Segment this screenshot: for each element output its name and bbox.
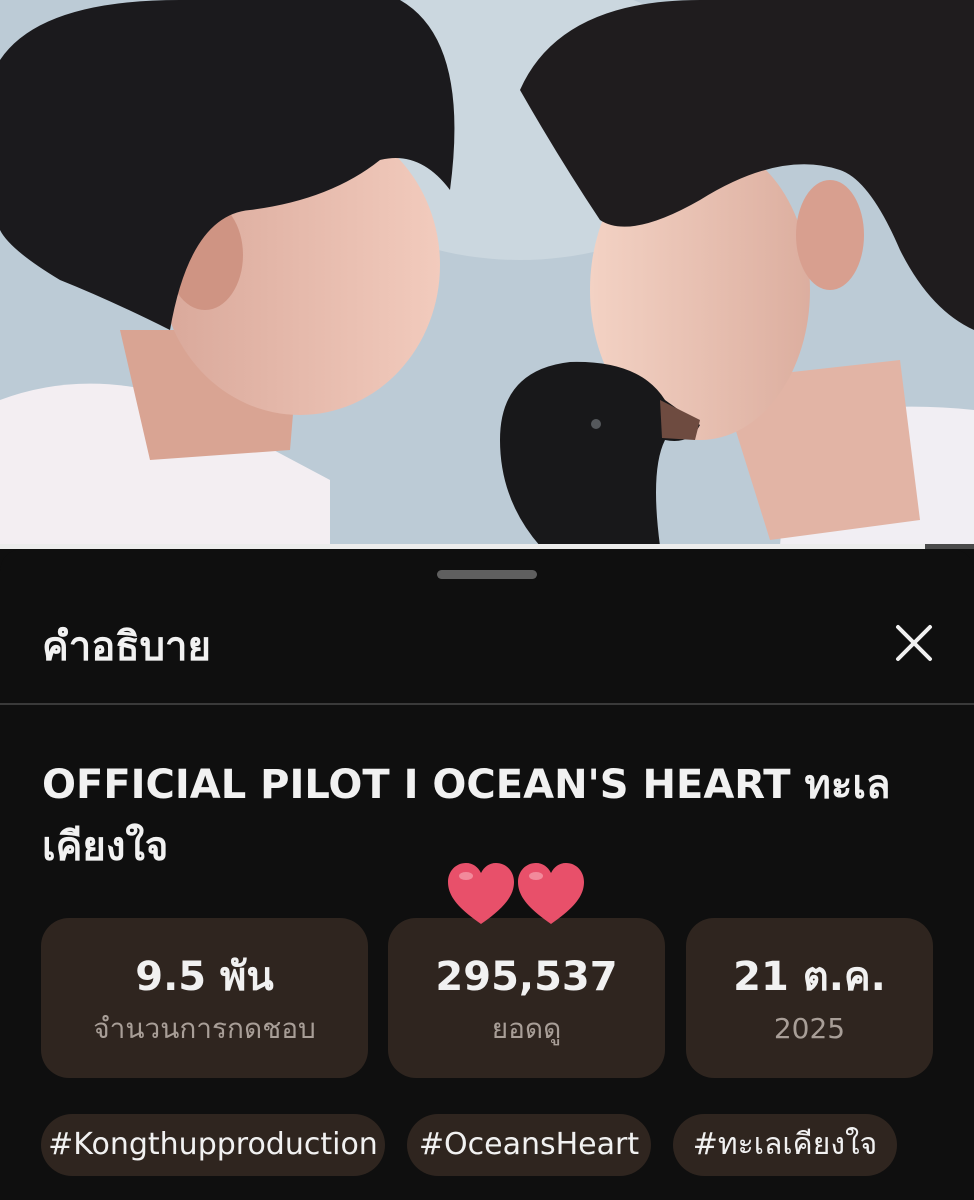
heart-icon: [518, 863, 584, 924]
views-count: 295,537: [435, 954, 618, 1000]
likes-stat: 9.5 พัน จำนวนการกดชอบ: [41, 918, 368, 1078]
sheet-drag-handle[interactable]: [437, 570, 537, 579]
publish-date: 21 ต.ค.: [733, 954, 886, 1000]
video-frame-image: [0, 0, 974, 546]
two-hearts-sticker: [448, 863, 584, 924]
hashtag-thai-title[interactable]: #ทะเลเคียงใจ: [673, 1114, 897, 1176]
close-button[interactable]: [886, 615, 942, 671]
close-icon: [896, 625, 932, 661]
video-player[interactable]: [0, 0, 974, 546]
publish-year: 2025: [773, 1012, 846, 1045]
views-stat: 295,537 ยอดดู: [388, 918, 665, 1078]
hashtag-oceansheart[interactable]: #OceansHeart: [407, 1114, 651, 1176]
header-divider: [0, 703, 974, 705]
date-stat: 21 ต.ค. 2025: [686, 918, 933, 1078]
likes-label: จำนวนการกดชอบ: [93, 1012, 316, 1045]
likes-count: 9.5 พัน: [135, 954, 274, 1000]
hashtag-kongthupproduction[interactable]: #Kongthupproduction: [41, 1114, 385, 1176]
heart-icon: [448, 863, 514, 924]
sheet-title: คำอธิบาย: [42, 624, 211, 670]
views-label: ยอดดู: [491, 1012, 562, 1045]
